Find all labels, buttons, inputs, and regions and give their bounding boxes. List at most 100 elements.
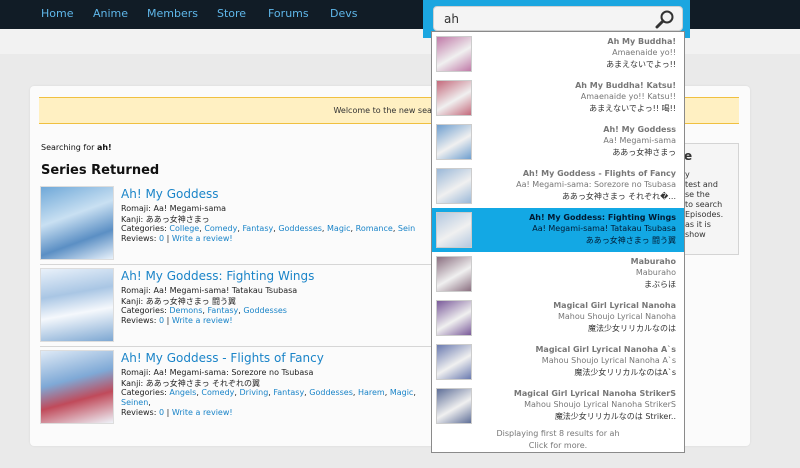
kanji-label: Kanji:: [121, 215, 144, 224]
series-cover-image[interactable]: [40, 350, 114, 424]
suggestion-romaji: Mahou Shoujo Lyrical Nanoha A`s: [541, 356, 676, 365]
nav-anime[interactable]: Anime: [93, 7, 128, 20]
suggestion-kanji: まぶらほ: [644, 280, 676, 289]
category-link[interactable]: Demons: [169, 306, 202, 315]
nav-devs[interactable]: Devs: [330, 7, 357, 20]
nav-members[interactable]: Members: [147, 7, 198, 20]
reviews-label: Reviews:: [121, 316, 157, 325]
series-title-link[interactable]: Ah! My Goddess - Flights of Fancy: [121, 351, 324, 365]
kanji-label: Kanji:: [121, 379, 144, 388]
divider: [40, 346, 432, 347]
category-link[interactable]: Harem: [358, 388, 385, 397]
suggestion-title: Magical Girl Lyrical Nanoha StrikerS: [513, 389, 676, 398]
search-box: [433, 6, 683, 31]
category-link[interactable]: Fantasy: [207, 306, 238, 315]
suggestion-romaji: Maburaho: [635, 268, 676, 277]
kanji-value: ああっ女神さまっ それぞれの翼: [145, 379, 260, 388]
suggestion-thumbnail: [436, 388, 472, 424]
suggestion-item[interactable]: Ah! My Goddess - Flights of Fancy Aa! Meg…: [432, 164, 684, 208]
suggestion-thumbnail: [436, 36, 472, 72]
suggestion-title: Maburaho: [630, 257, 676, 266]
reviews-line: Reviews: 0 | Write a review!: [121, 408, 233, 417]
suggestion-kanji: あまえないでよっ!! 喝!!: [589, 104, 676, 113]
kanji-value: ああっ女神さまっ: [145, 215, 210, 224]
reviews-line: Reviews: 0 | Write a review!: [121, 316, 233, 325]
category-link[interactable]: Angels: [169, 388, 196, 397]
reviews-count-link[interactable]: 0: [159, 316, 164, 325]
suggestion-item[interactable]: Ah! My Goddess Aa! Megami-sama ああっ女神さまっ: [432, 120, 684, 164]
write-review-link[interactable]: Write a review!: [172, 316, 233, 325]
suggestion-item[interactable]: Magical Girl Lyrical Nanoha StrikerS Maho…: [432, 384, 684, 428]
divider: [40, 264, 432, 265]
series-result: Ah! My Goddess Romaji: Aa! Megami-sama K…: [40, 186, 432, 262]
category-link[interactable]: Fantasy: [242, 224, 273, 233]
nav-store[interactable]: Store: [217, 7, 246, 20]
suggestion-title: Magical Girl Lyrical Nanoha A`s: [535, 345, 676, 354]
suggestion-item[interactable]: Ah My Buddha! Amaenaide yo!! あまえないでよっ!!: [432, 32, 684, 76]
suggestion-kanji: 魔法少女リリカルなのは: [588, 324, 676, 333]
nav-forums[interactable]: Forums: [268, 7, 309, 20]
suggestion-kanji: あまえないでよっ!!: [606, 60, 676, 69]
suggestion-item[interactable]: Magical Girl Lyrical Nanoha Mahou Shoujo …: [432, 296, 684, 340]
category-link[interactable]: Goddesses: [243, 306, 287, 315]
write-review-link[interactable]: Write a review!: [172, 408, 233, 417]
suggestion-title: Ah My Buddha! Katsu!: [575, 81, 676, 90]
romaji-label: Romaji:: [121, 286, 151, 295]
suggestion-romaji: Aa! Megami-sama: Sorezore no Tsubasa: [516, 180, 676, 189]
series-returned-heading: Series Returned: [41, 163, 160, 178]
categories-line: Categories: Demons, Fantasy, Goddesses: [121, 306, 287, 315]
category-link[interactable]: Magic: [390, 388, 414, 397]
categories-line: Categories: Angels, Comedy, Driving, Fan…: [121, 388, 416, 397]
suggestion-thumbnail: [436, 300, 472, 336]
suggestion-title: Ah! My Goddess - Flights of Fancy: [522, 169, 676, 178]
categories-line-continued: Seinen,: [121, 398, 151, 407]
category-link[interactable]: Comedy: [204, 224, 237, 233]
suggestion-thumbnail: [436, 168, 472, 204]
suggestion-title: Magical Girl Lyrical Nanoha: [553, 301, 676, 310]
suggestion-title: Ah My Buddha!: [607, 37, 676, 46]
kanji-label: Kanji:: [121, 297, 144, 306]
category-link[interactable]: Fantasy: [273, 388, 304, 397]
romaji-label: Romaji:: [121, 204, 151, 213]
reviews-label: Reviews:: [121, 408, 157, 417]
category-link[interactable]: Driving: [240, 388, 269, 397]
more-results-link[interactable]: Displaying first 8 results for ah Click …: [432, 428, 684, 452]
suggestion-romaji: Mahou Shoujo Lyrical Nanoha: [557, 312, 676, 321]
series-cover-image[interactable]: [40, 186, 114, 260]
category-link[interactable]: Magic: [327, 224, 351, 233]
category-link[interactable]: College: [169, 224, 199, 233]
series-result: Ah! My Goddess: Fighting Wings Romaji: A…: [40, 268, 432, 344]
series-cover-image[interactable]: [40, 268, 114, 342]
searching-prefix: Searching for: [41, 143, 95, 152]
category-link[interactable]: Comedy: [201, 388, 234, 397]
footer-count-text: Displaying first 8 results for ah: [496, 429, 620, 438]
categories-label: Categories:: [121, 306, 167, 315]
suggestion-item[interactable]: Magical Girl Lyrical Nanoha A`s Mahou Sho…: [432, 340, 684, 384]
category-link[interactable]: Goddesses: [309, 388, 353, 397]
suggestion-romaji: Amaenaide yo!!: [612, 48, 676, 57]
category-link[interactable]: Seinen: [121, 398, 148, 407]
suggestion-item[interactable]: Maburaho Maburaho まぶらほ: [432, 252, 684, 296]
category-link[interactable]: Romance: [356, 224, 393, 233]
suggestion-kanji: 魔法少女リリカルなのは Striker..: [554, 412, 676, 421]
romaji-line: Romaji: Aa! Megami-sama: [121, 204, 226, 213]
romaji-value: Aa! Megami-sama: [153, 204, 227, 213]
side-panel-title: e: [684, 149, 693, 163]
reviews-count-link[interactable]: 0: [159, 408, 164, 417]
suggestion-item[interactable]: Ah My Buddha! Katsu! Amaenaide yo!! Katsu…: [432, 76, 684, 120]
series-title-link[interactable]: Ah! My Goddess: [121, 187, 218, 201]
suggestion-thumbnail: [436, 256, 472, 292]
suggestion-kanji: ああっ女神さまっ 闘う翼: [585, 236, 676, 245]
reviews-count-link[interactable]: 0: [159, 234, 164, 243]
write-review-link[interactable]: Write a review!: [172, 234, 233, 243]
suggestion-romaji: Aa! Megami-sama! Tatakau Tsubasa: [532, 224, 676, 233]
romaji-value: Aa! Megami-sama! Tatakau Tsubasa: [153, 286, 298, 295]
series-title-link[interactable]: Ah! My Goddess: Fighting Wings: [121, 269, 314, 283]
suggestion-thumbnail: [436, 80, 472, 116]
search-input[interactable]: [444, 10, 644, 28]
category-link[interactable]: Sein: [398, 224, 415, 233]
category-link[interactable]: Goddesses: [278, 224, 322, 233]
nav-home[interactable]: Home: [41, 7, 73, 20]
search-icon[interactable]: [654, 9, 676, 29]
suggestion-item[interactable]: Ah! My Goddess: Fighting Wings Aa! Megami…: [432, 208, 684, 252]
